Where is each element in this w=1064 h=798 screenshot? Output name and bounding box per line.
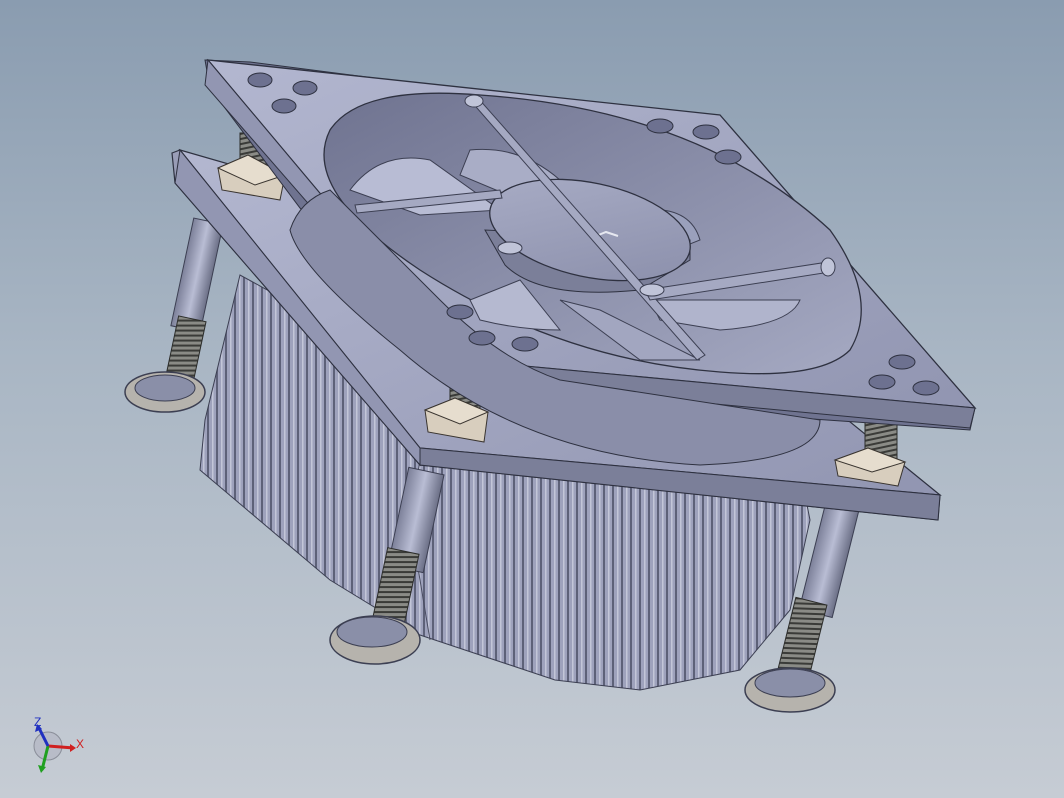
graphics-viewport[interactable]: Z X [0, 0, 1064, 798]
axis-label-z: Z [34, 715, 42, 729]
axis-label-x: X [76, 737, 85, 751]
standoff-front-left [124, 217, 224, 413]
cpu-cooler-model[interactable] [0, 0, 1064, 798]
axis-triad: Z X [26, 712, 96, 782]
